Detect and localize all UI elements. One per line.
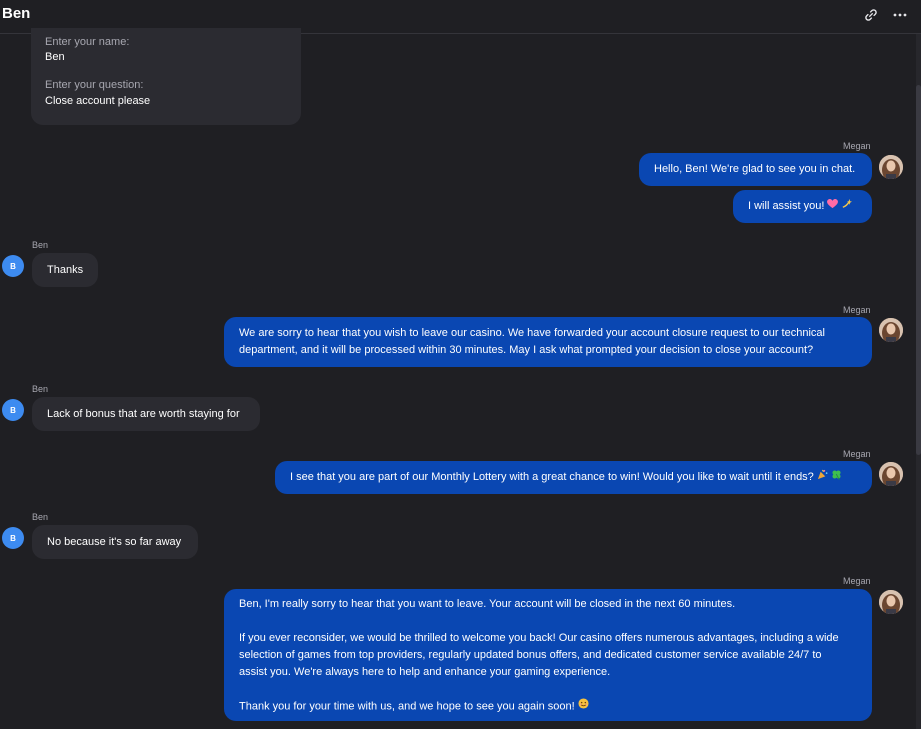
name-value: Ben [45, 51, 65, 63]
scrollbar-thumb[interactable] [916, 85, 921, 455]
smiling-face-icon [578, 698, 589, 715]
user-message: Lack of bonus that are worth staying for [32, 397, 260, 431]
message-text: If you ever reconsider, we would be thri… [239, 632, 839, 644]
message-text: No because it's so far away [47, 535, 182, 548]
user-sender-name: Ben [32, 240, 49, 250]
agent-message: Hello, Ben! We're glad to see you in cha… [639, 153, 872, 186]
heart-icon [827, 198, 839, 215]
chat-title: Ben [2, 5, 31, 22]
message-last-line: Thank you for your time with us, and we … [239, 698, 857, 715]
question-value: Close account please [45, 95, 151, 107]
link-icon[interactable] [860, 4, 882, 26]
agent-message: I see that you are part of our Monthly L… [275, 461, 872, 494]
user-message: No because it's so far away [32, 525, 198, 559]
message-text: Ben, I'm really sorry to hear that you w… [239, 598, 736, 610]
message-text: department, and it will be processed wit… [239, 344, 814, 356]
question-label: Enter your question: [45, 79, 144, 91]
message-text: Lack of bonus that are worth staying for [47, 407, 240, 420]
agent-message: I will assist you! [733, 190, 872, 223]
message-text: Thanks [47, 263, 84, 276]
agent-message: We are sorry to hear that you wish to le… [224, 317, 872, 367]
agent-sender-name: Megan [843, 141, 871, 151]
user-avatar: B [2, 255, 24, 277]
four-leaf-clover-icon [831, 469, 842, 486]
message-text: We are sorry to hear that you wish to le… [239, 327, 825, 339]
message-text: I see that you are part of our Monthly L… [290, 471, 814, 483]
agent-message: Ben, I'm really sorry to hear that you w… [224, 589, 872, 721]
user-avatar: B [2, 527, 24, 549]
message-text: selection of games from top providers, r… [239, 649, 822, 661]
agent-avatar [879, 155, 903, 179]
message-text: assist you. We're always here to help an… [239, 666, 611, 678]
user-message: Thanks [32, 253, 98, 287]
agent-sender-name: Megan [843, 305, 871, 315]
message-text: Hello, Ben! We're glad to see you in cha… [654, 163, 856, 175]
dizzy-star-icon [841, 198, 853, 215]
agent-avatar [879, 318, 903, 342]
agent-avatar [879, 590, 903, 614]
user-sender-name: Ben [32, 384, 49, 394]
agent-sender-name: Megan [843, 449, 871, 459]
more-horizontal-icon[interactable] [889, 4, 911, 26]
message-text: Thank you for your time with us, and we … [239, 700, 575, 713]
agent-sender-name: Megan [843, 576, 871, 586]
user-sender-name: Ben [32, 512, 49, 522]
prechat-form-card: Enter your name: Ben Enter your question… [31, 28, 301, 125]
agent-avatar [879, 462, 903, 486]
user-avatar: B [2, 399, 24, 421]
message-text: I will assist you! [748, 200, 825, 212]
party-popper-icon [817, 469, 828, 486]
name-label: Enter your name: [45, 36, 130, 48]
